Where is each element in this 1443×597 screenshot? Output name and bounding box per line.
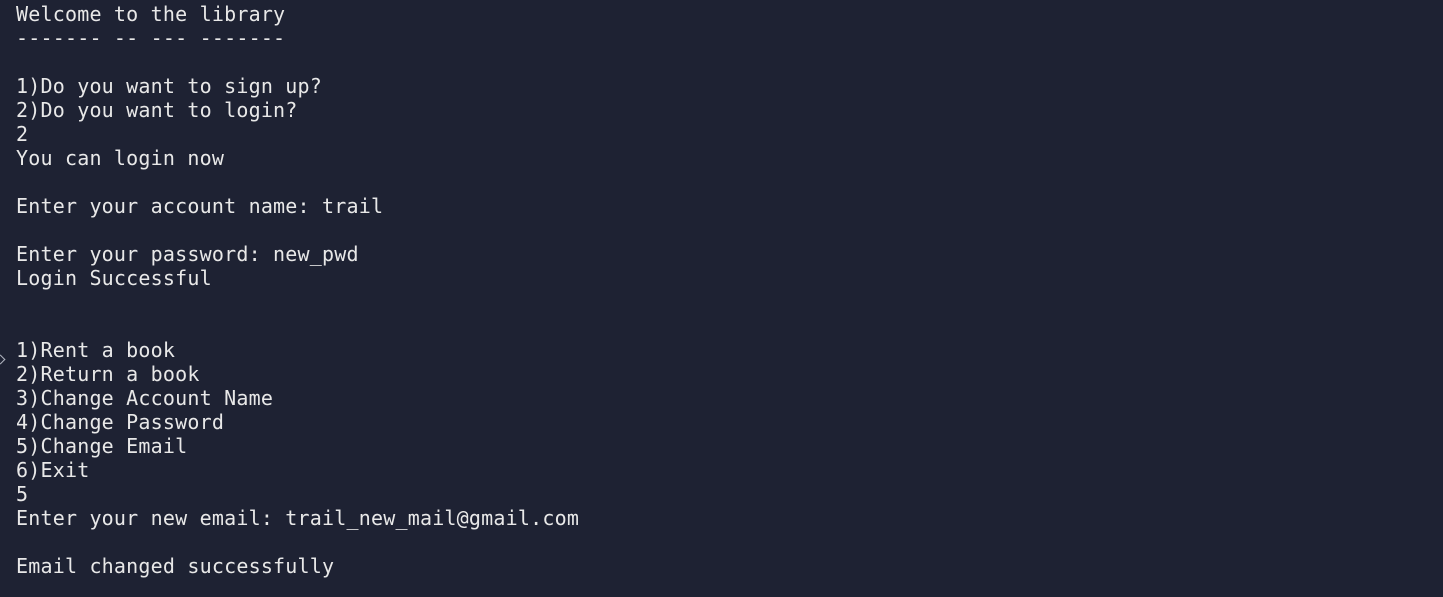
terminal-line: Enter your password: new_pwd <box>16 242 359 266</box>
terminal-line: You can login now <box>16 146 225 170</box>
terminal-line: 3)Change Account Name <box>16 386 274 410</box>
terminal-line: 4)Change Password <box>16 410 225 434</box>
terminal-line: 1)Rent a book <box>16 338 176 362</box>
terminal-window[interactable]: Welcome to the library ------- -- --- --… <box>0 0 1443 597</box>
terminal-line: Welcome to the library <box>16 2 286 26</box>
terminal-line: 5)Change Email <box>16 434 188 458</box>
terminal-line: ------- -- --- ------- <box>16 26 286 50</box>
terminal-line: 2 <box>16 122 29 146</box>
terminal-line: 6)Exit <box>16 458 90 482</box>
terminal-output: Welcome to the library ------- -- --- --… <box>16 2 1443 578</box>
terminal-line: 2)Do you want to login? <box>16 98 298 122</box>
terminal-line: Login Successful <box>16 266 212 290</box>
terminal-line: 5 <box>16 482 29 506</box>
terminal-line: Enter your account name: trail <box>16 194 384 218</box>
terminal-line: 2)Return a book <box>16 362 200 386</box>
terminal-line: Email changed successfully <box>16 554 335 578</box>
chevron-right-icon <box>0 354 6 365</box>
terminal-line: 1)Do you want to sign up? <box>16 74 323 98</box>
terminal-line: Enter your new email: trail_new_mail@gma… <box>16 506 580 530</box>
